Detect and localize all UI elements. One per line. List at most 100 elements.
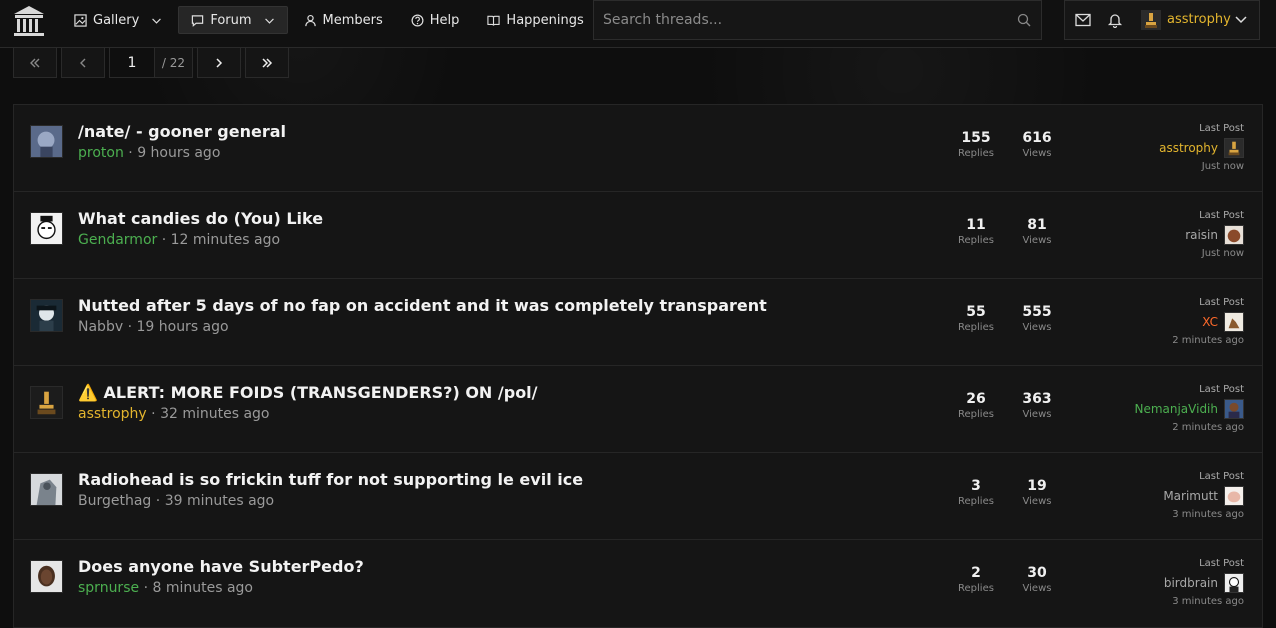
reply-count-value: 155	[961, 130, 991, 146]
thread-author[interactable]: Burgethag	[78, 493, 151, 509]
last-post-time: 2 minutes ago	[1172, 422, 1244, 433]
last-post-label: Last Post	[1199, 384, 1244, 395]
thread-title[interactable]: Radiohead is so frickin tuff for not sup…	[78, 470, 583, 489]
thread-title[interactable]: ⚠️ ALERT: MORE FOIDS (TRANSGENDERS?) ON …	[78, 383, 538, 402]
author-avatar[interactable]	[30, 212, 63, 245]
nav-forum[interactable]: Forum	[178, 6, 288, 34]
thread-title[interactable]: What candies do (You) Like	[78, 209, 323, 228]
nav-happenings-label: Happenings	[506, 12, 584, 28]
reply-count: 26 Replies	[946, 391, 1006, 420]
thread-meta: Gendarmor · 12 minutes ago	[78, 232, 280, 248]
thread-row[interactable]: Radiohead is so frickin tuff for not sup…	[14, 453, 1262, 540]
last-post-avatar[interactable]	[1224, 486, 1244, 506]
thread-age: 9 hours ago	[137, 145, 221, 161]
last-post-user[interactable]: raisin	[1185, 228, 1218, 242]
last-post-user[interactable]: XC	[1202, 315, 1218, 329]
thread-row[interactable]: Does anyone have SubterPedo? sprnurse · …	[14, 540, 1262, 627]
separator: ·	[151, 406, 156, 422]
search-input[interactable]	[594, 1, 1004, 39]
last-post-label: Last Post	[1199, 558, 1244, 569]
reply-count-value: 26	[966, 391, 986, 407]
separator: ·	[143, 580, 149, 596]
view-count-value: 616	[1022, 130, 1052, 146]
thread-row[interactable]: What candies do (You) Like Gendarmor · 1…	[14, 192, 1262, 279]
book-icon	[487, 15, 501, 26]
author-avatar[interactable]	[30, 386, 63, 419]
chevron-right-icon	[216, 57, 223, 68]
thread-title[interactable]: Nutted after 5 days of no fap on acciden…	[78, 296, 767, 315]
author-avatar[interactable]	[30, 473, 63, 506]
author-avatar[interactable]	[30, 560, 63, 593]
page-number-input[interactable]	[109, 48, 155, 78]
thread-row[interactable]: ⚠️ ALERT: MORE FOIDS (TRANSGENDERS?) ON …	[14, 366, 1262, 453]
thread-author[interactable]: proton	[78, 145, 124, 161]
thread-title[interactable]: Does anyone have SubterPedo?	[78, 557, 364, 576]
last-post-avatar[interactable]	[1224, 225, 1244, 245]
bell-icon[interactable]	[1107, 12, 1123, 28]
thread-author[interactable]: sprnurse	[78, 580, 139, 596]
chevron-down-icon[interactable]	[1235, 15, 1247, 25]
last-post-user[interactable]: NemanjaVidih	[1134, 402, 1218, 416]
view-count: 19 Views	[1007, 478, 1067, 507]
mail-icon[interactable]	[1075, 13, 1091, 27]
thread-author[interactable]: Nabbv	[78, 319, 123, 335]
thread-row[interactable]: /nate/ - gooner general proton · 9 hours…	[14, 105, 1262, 192]
user-avatar[interactable]	[1141, 10, 1161, 30]
last-post-avatar[interactable]	[1224, 312, 1244, 332]
double-chevron-right-icon	[262, 57, 273, 68]
nav-gallery[interactable]: Gallery	[62, 6, 174, 34]
last-post-label: Last Post	[1199, 297, 1244, 308]
prev-page-button[interactable]	[61, 48, 105, 78]
nav-happenings[interactable]: Happenings	[475, 6, 595, 34]
reply-count-value: 3	[971, 478, 981, 494]
view-count-label: Views	[1022, 235, 1052, 246]
view-count-label: Views	[1022, 496, 1052, 507]
last-post-label: Last Post	[1199, 471, 1244, 482]
thread-author[interactable]: asstrophy	[78, 406, 147, 422]
author-avatar[interactable]	[30, 299, 63, 332]
double-chevron-left-icon	[30, 58, 40, 67]
site-logo-icon[interactable]	[12, 4, 46, 38]
next-page-button[interactable]	[197, 48, 241, 78]
separator: ·	[127, 319, 133, 335]
last-post: Last Post birdbrain 3 minutes ago	[1164, 558, 1244, 607]
separator: ·	[155, 493, 161, 509]
thread-author[interactable]: Gendarmor	[78, 232, 157, 248]
reply-count-label: Replies	[958, 496, 994, 507]
reply-count-label: Replies	[958, 148, 994, 159]
reply-count: 155 Replies	[946, 130, 1006, 159]
username[interactable]: asstrophy	[1167, 12, 1231, 27]
last-post: Last Post asstrophy Just now	[1159, 123, 1244, 172]
thread-age: 8 minutes ago	[152, 580, 253, 596]
thread-meta: asstrophy · 32 minutes ago	[78, 406, 270, 422]
reply-count-label: Replies	[958, 235, 994, 246]
last-post-label: Last Post	[1199, 210, 1244, 221]
thread-age: 12 minutes ago	[170, 232, 281, 248]
last-post-avatar[interactable]	[1224, 138, 1244, 158]
thread-meta: Nabbv · 19 hours ago	[78, 319, 229, 335]
last-post-user[interactable]: birdbrain	[1164, 576, 1218, 590]
nav-help[interactable]: Help	[399, 6, 472, 34]
last-post: Last Post NemanjaVidih 2 minutes ago	[1134, 384, 1244, 433]
view-count-value: 81	[1027, 217, 1047, 233]
author-avatar[interactable]	[30, 125, 63, 158]
thread-title[interactable]: /nate/ - gooner general	[78, 122, 286, 141]
top-navbar: Gallery Forum Members Help Happenings as…	[0, 0, 1276, 48]
thread-meta: proton · 9 hours ago	[78, 145, 220, 161]
reply-count: 11 Replies	[946, 217, 1006, 246]
last-post-avatar[interactable]	[1224, 573, 1244, 593]
last-post-user[interactable]: asstrophy	[1159, 141, 1218, 155]
search-box	[593, 0, 1042, 40]
reply-count-label: Replies	[958, 322, 994, 333]
separator: ·	[128, 145, 133, 161]
view-count-label: Views	[1022, 148, 1052, 159]
last-post-avatar[interactable]	[1224, 399, 1244, 419]
search-icon[interactable]	[1017, 13, 1031, 27]
last-post-user[interactable]: Marimutt	[1163, 489, 1218, 503]
thread-row[interactable]: Nutted after 5 days of no fap on acciden…	[14, 279, 1262, 366]
view-count-label: Views	[1022, 322, 1052, 333]
nav-members[interactable]: Members	[292, 6, 395, 34]
last-page-button[interactable]	[245, 48, 289, 78]
person-icon	[304, 14, 316, 26]
first-page-button[interactable]	[13, 48, 57, 78]
